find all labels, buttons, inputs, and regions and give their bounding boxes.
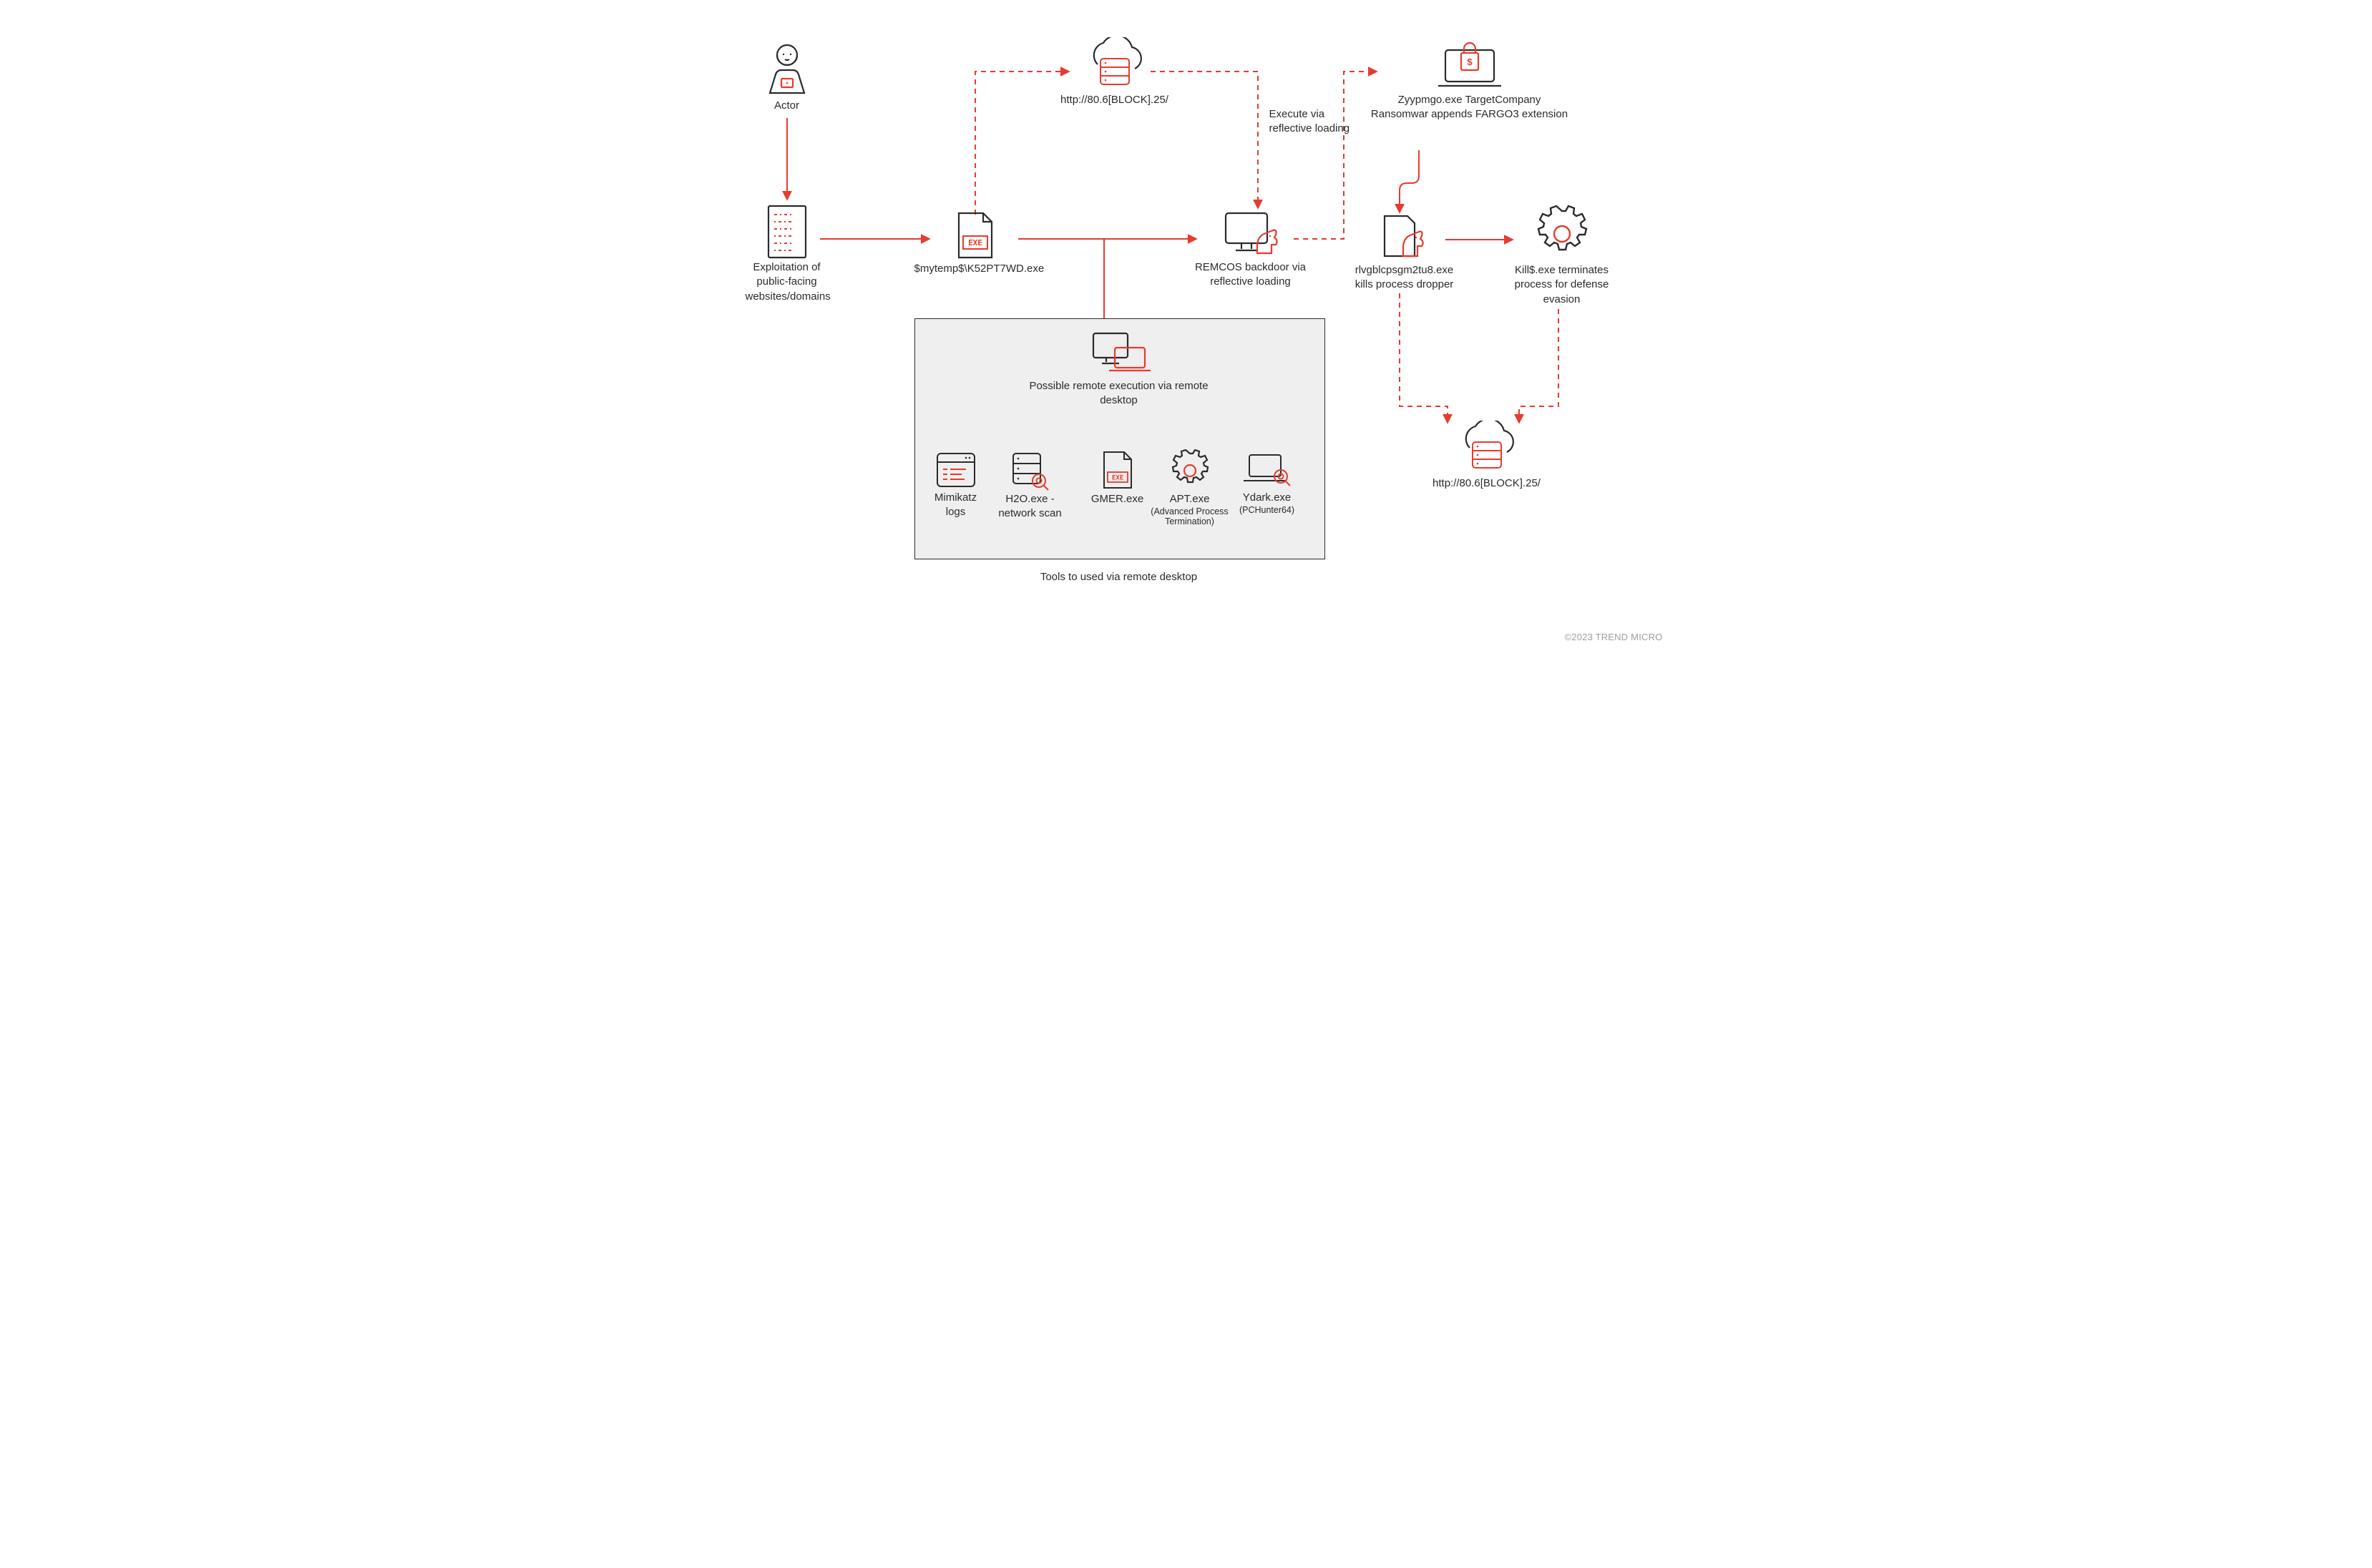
tool-ydark: Ydark.exe (PCHunter64) (1234, 451, 1301, 515)
kill-node: Kill$.exe terminates process for defense… (1508, 205, 1616, 307)
tool-mimikatz: Mimikatz logs (926, 451, 986, 520)
dropper-node: rlvgblcpsgm2tu8.exe kills process droppe… (1351, 212, 1458, 293)
file-trojan-icon (1377, 212, 1432, 263)
dropper-label: rlvgblcpsgm2tu8.exe kills process droppe… (1351, 263, 1458, 293)
ransom-node: $ Zyypmgo.exe TargetCompany Ransomwar ap… (1370, 37, 1570, 122)
ransom-label: Zyypmgo.exe TargetCompany Ransomwar appe… (1370, 93, 1570, 122)
monitor-trojan-icon (1219, 209, 1283, 260)
tool-gmer-label: GMER.exe (1082, 492, 1153, 506)
remote-desktop-icon (1086, 329, 1152, 379)
tool-gmer: EXE GMER.exe (1082, 449, 1153, 506)
exe-file-icon: EXE (952, 209, 999, 262)
binary-page-icon (764, 203, 810, 260)
actor-icon (766, 43, 809, 99)
tool-apt-sub: (Advanced Process Termination) (1151, 506, 1229, 526)
actor-label: Actor (757, 99, 817, 113)
mytemp-node: EXE $mytemp$\K52PT7WD.exe (914, 209, 1036, 276)
diagram-stage: Actor Exploitation of public-facing webs… (693, 0, 1680, 652)
tool-h2o-label: H2O.exe - network scan (995, 492, 1066, 521)
cloud1-node: http://80.6[BLOCK].25/ (1050, 37, 1179, 107)
tool-mimikatz-label: Mimikatz logs (926, 491, 986, 520)
gear-icon (1533, 205, 1591, 263)
tool-h2o: H2O.exe - network scan (995, 451, 1066, 521)
kill-label: Kill$.exe terminates process for defense… (1508, 263, 1616, 307)
tool-apt: APT.exe (Advanced Process Termination) (1151, 449, 1229, 526)
laptop-search-icon (1241, 451, 1294, 491)
server-search-icon (1009, 451, 1052, 492)
gear-small-icon (1168, 449, 1211, 492)
remcos-node: REMCOS backdoor via reflective loading (1186, 209, 1315, 290)
exe-file-small-icon: EXE (1098, 449, 1137, 492)
tool-apt-label: APT.exe (1151, 492, 1229, 506)
remotebox-node: Possible remote execution via remote des… (1025, 329, 1214, 408)
cloud-server-icon (1079, 37, 1151, 93)
laptop-ransom-icon: $ (1433, 37, 1507, 93)
actor-node: Actor (757, 43, 817, 113)
cloud2-label: http://80.6[BLOCK].25/ (1422, 476, 1551, 491)
svg-text:$: $ (1467, 57, 1473, 67)
cloud2-node: http://80.6[BLOCK].25/ (1422, 421, 1551, 491)
copyright: ©2023 TREND MICRO (1565, 632, 1663, 642)
window-lines-icon (934, 451, 977, 491)
svg-text:EXE: EXE (968, 238, 982, 248)
svg-text:EXE: EXE (1111, 475, 1123, 482)
exploit-node: Exploitation of public-facing websites/d… (746, 203, 829, 304)
execvia-node: Execute via reflective loading (1269, 107, 1355, 137)
remcos-label: REMCOS backdoor via reflective loading (1186, 260, 1315, 290)
mytemp-label: $mytemp$\K52PT7WD.exe (914, 262, 1036, 276)
cloud1-label: http://80.6[BLOCK].25/ (1050, 93, 1179, 107)
tool-ydark-label: Ydark.exe (1234, 491, 1301, 505)
execvia-label: Execute via reflective loading (1269, 107, 1355, 137)
exploit-label: Exploitation of public-facing websites/d… (746, 260, 829, 304)
tools-caption: Tools to used via remote desktop (914, 571, 1324, 583)
remotebox-label: Possible remote execution via remote des… (1025, 379, 1214, 408)
cloud-server-icon (1451, 421, 1523, 476)
tool-ydark-sub: (PCHunter64) (1234, 505, 1301, 515)
